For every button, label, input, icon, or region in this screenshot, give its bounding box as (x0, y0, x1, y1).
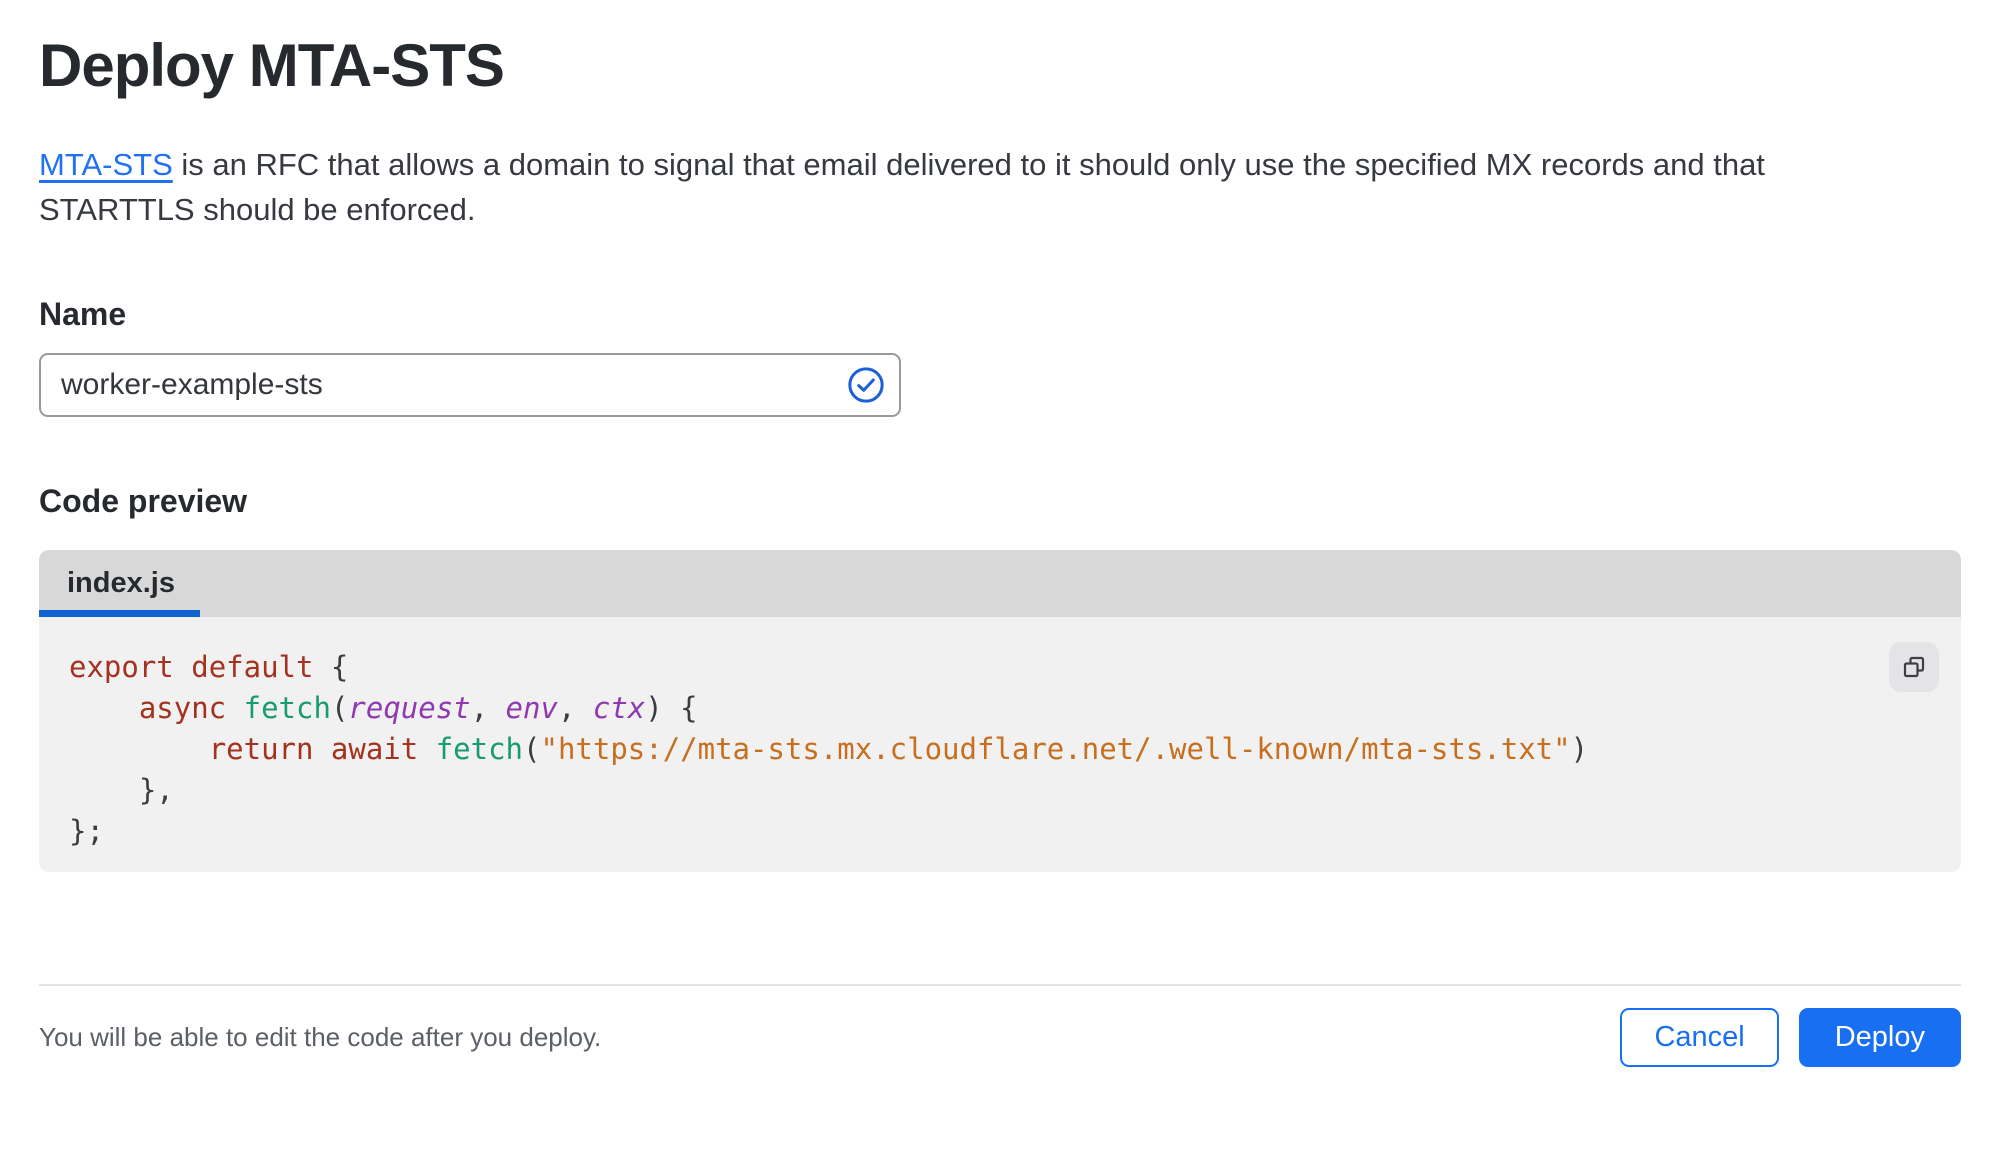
footer-actions: Cancel Deploy (1620, 1008, 1961, 1067)
footer-divider (39, 984, 1961, 986)
active-tab-indicator (39, 610, 200, 617)
code-line: return await fetch("https://mta-sts.mx.c… (208, 732, 1589, 766)
footer: You will be able to edit the code after … (39, 1008, 1961, 1067)
tab-label: index.js (67, 567, 175, 599)
name-input-wrap (39, 353, 901, 417)
copy-icon (1903, 656, 1925, 678)
code-line: }; (69, 814, 104, 848)
deploy-mta-sts-page: Deploy MTA-STS MTA-STS is an RFC that al… (0, 30, 1999, 1067)
name-field: Name (39, 296, 1960, 417)
mta-sts-link[interactable]: MTA-STS (39, 147, 173, 182)
name-input[interactable] (39, 353, 901, 417)
tab-index-js[interactable]: index.js (39, 550, 203, 617)
code-editor-area: export default { async fetch(request, en… (39, 617, 1961, 872)
code-line: export default { (69, 650, 349, 684)
code-line: async fetch(request, env, ctx) { (138, 691, 698, 725)
page-title: Deploy MTA-STS (39, 32, 505, 99)
code-tab-bar: index.js (39, 550, 1961, 617)
name-label: Name (39, 296, 127, 332)
code-content: export default { async fetch(request, en… (69, 647, 1931, 852)
description-text: is an RFC that allows a domain to signal… (39, 147, 1765, 227)
code-preview-label: Code preview (39, 483, 248, 519)
cancel-button[interactable]: Cancel (1620, 1008, 1779, 1067)
code-line: }, (69, 773, 174, 807)
description: MTA-STS is an RFC that allows a domain t… (39, 142, 1929, 232)
footer-note: You will be able to edit the code after … (39, 1022, 602, 1052)
deploy-button[interactable]: Deploy (1798, 1008, 1961, 1067)
check-circle-icon (848, 367, 884, 403)
code-preview-block: index.js export default { async fetch(re… (39, 550, 1961, 872)
copy-code-button[interactable] (1889, 642, 1939, 692)
